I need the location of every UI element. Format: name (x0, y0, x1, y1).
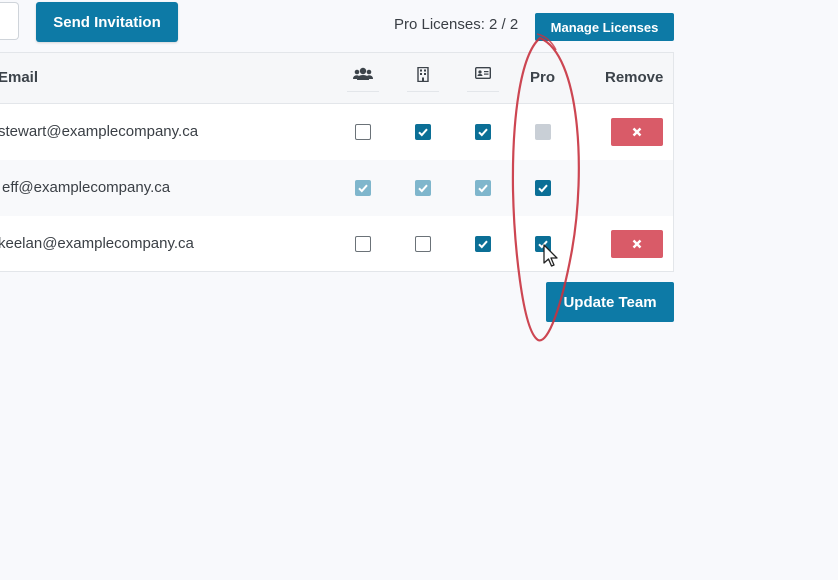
mouse-pointer-icon (543, 244, 558, 267)
update-team-button[interactable]: Update Team (546, 282, 674, 322)
pro-checkbox (535, 124, 551, 140)
org-checkbox[interactable] (415, 236, 431, 252)
id-card-icon (467, 67, 499, 92)
card-checkbox[interactable] (475, 124, 491, 140)
invite-email-input[interactable] (0, 2, 19, 40)
card-checkbox (475, 180, 491, 196)
remove-column-header: Remove (605, 69, 664, 86)
close-icon (632, 127, 642, 137)
table-row: eff@examplecompany.ca (0, 160, 673, 216)
table-row: keelan@examplecompany.ca (0, 216, 673, 271)
table-row: stewart@examplecompany.ca (0, 104, 673, 160)
pro-licenses-count: Pro Licenses: 2 / 2 (394, 16, 519, 33)
org-checkbox[interactable] (415, 124, 431, 140)
team-checkbox[interactable] (355, 124, 371, 140)
send-invitation-button[interactable]: Send Invitation (36, 2, 178, 42)
team-members-table: Email Pro Remove stewart@examplecompany.… (0, 52, 674, 272)
email-column-header: Email (0, 69, 39, 86)
team-checkbox (355, 180, 371, 196)
close-icon (632, 239, 642, 249)
member-email: eff@examplecompany.ca (2, 179, 171, 196)
card-checkbox[interactable] (475, 236, 491, 252)
users-icon (347, 67, 379, 92)
manage-licenses-button[interactable]: Manage Licenses (535, 13, 674, 41)
team-checkbox[interactable] (355, 236, 371, 252)
member-email: keelan@examplecompany.ca (0, 235, 194, 252)
remove-member-button[interactable] (611, 118, 663, 146)
org-checkbox (415, 180, 431, 196)
building-icon (407, 67, 439, 92)
table-header: Email Pro Remove (0, 53, 673, 104)
remove-member-button[interactable] (611, 230, 663, 258)
pro-column-header: Pro (530, 69, 556, 86)
member-email: stewart@examplecompany.ca (0, 123, 199, 140)
pro-checkbox[interactable] (535, 180, 551, 196)
